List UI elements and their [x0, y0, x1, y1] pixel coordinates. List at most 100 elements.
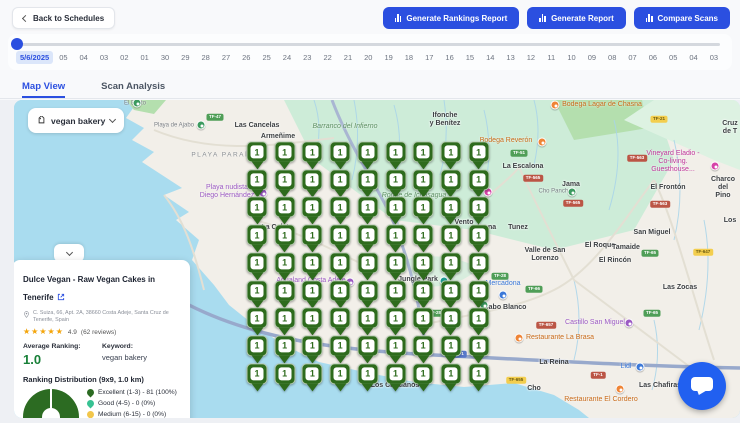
shopping-icon[interactable]: [635, 362, 645, 372]
rank-pin[interactable]: 1: [246, 141, 268, 163]
rank-pin[interactable]: 1: [246, 362, 268, 384]
rank-pin[interactable]: 1: [329, 169, 351, 191]
tab-map-view[interactable]: Map View: [22, 74, 66, 98]
restaurant-icon[interactable]: [514, 333, 524, 343]
rank-pin[interactable]: 1: [274, 224, 296, 246]
rank-pin[interactable]: 1: [412, 335, 434, 357]
rank-pin[interactable]: 1: [329, 141, 351, 163]
rank-pin[interactable]: 1: [301, 307, 323, 329]
rank-pin[interactable]: 1: [412, 307, 434, 329]
timeline-date[interactable]: 01: [135, 53, 155, 62]
rank-pin[interactable]: 1: [385, 169, 406, 191]
timeline-date[interactable]: 02: [114, 53, 134, 62]
rank-pin[interactable]: 1: [246, 307, 268, 329]
rank-pin[interactable]: 1: [412, 279, 434, 301]
keyword-selector[interactable]: vegan bakery: [28, 108, 125, 133]
rank-pin[interactable]: 1: [385, 279, 406, 301]
rank-pin[interactable]: 1: [468, 224, 490, 246]
timeline-date[interactable]: 16: [439, 53, 459, 62]
rank-pin[interactable]: 1: [357, 169, 379, 191]
lodging-icon[interactable]: [710, 161, 720, 171]
timeline-date[interactable]: 12: [521, 53, 541, 62]
rank-pin[interactable]: 1: [468, 307, 490, 329]
rank-pin[interactable]: 1: [357, 307, 379, 329]
rank-pin[interactable]: 1: [274, 169, 296, 191]
timeline-date[interactable]: 25: [256, 53, 276, 62]
rank-pin[interactable]: 1: [468, 169, 490, 191]
timeline-date[interactable]: 27: [216, 53, 236, 62]
attraction-icon[interactable]: [624, 318, 634, 328]
rank-pin[interactable]: 1: [329, 335, 351, 357]
rank-pin[interactable]: 1: [301, 169, 323, 191]
rank-pin[interactable]: 1: [301, 224, 323, 246]
rank-pin[interactable]: 1: [301, 362, 323, 384]
park-icon[interactable]: [196, 120, 206, 130]
rank-pin[interactable]: 1: [468, 335, 490, 357]
rank-pin[interactable]: 1: [301, 252, 323, 274]
rank-pin[interactable]: 1: [440, 335, 462, 357]
timeline-date[interactable]: 11: [541, 53, 561, 62]
restaurant-icon[interactable]: [537, 137, 547, 147]
external-link-icon[interactable]: [57, 288, 65, 306]
rank-pin[interactable]: 1: [412, 169, 434, 191]
rank-pin[interactable]: 1: [440, 196, 462, 218]
rank-pin[interactable]: 1: [468, 252, 490, 274]
rank-pin[interactable]: 1: [440, 279, 462, 301]
rank-pin[interactable]: 1: [412, 196, 434, 218]
rank-pin[interactable]: 1: [468, 141, 490, 163]
rank-pin[interactable]: 1: [412, 141, 434, 163]
timeline-date[interactable]: 04: [74, 53, 94, 62]
rank-pin[interactable]: 1: [246, 279, 268, 301]
rank-pin[interactable]: 1: [301, 141, 323, 163]
rank-pin[interactable]: 1: [274, 335, 296, 357]
rank-pin[interactable]: 1: [274, 252, 296, 274]
rank-pin[interactable]: 1: [357, 252, 379, 274]
rank-pin[interactable]: 1: [385, 335, 406, 357]
timeline-date[interactable]: 03: [704, 53, 724, 62]
rank-pin[interactable]: 1: [246, 252, 268, 274]
back-to-schedules-button[interactable]: Back to Schedules: [12, 7, 116, 29]
restaurant-icon[interactable]: [550, 100, 560, 110]
rank-pin[interactable]: 1: [440, 141, 462, 163]
rank-pin[interactable]: 1: [246, 196, 268, 218]
timeline-date[interactable]: 18: [399, 53, 419, 62]
generate-report-button[interactable]: Generate Report: [527, 7, 626, 29]
timeline-date[interactable]: 10: [561, 53, 581, 62]
timeline-date[interactable]: 05: [53, 53, 73, 62]
rank-pin[interactable]: 1: [440, 169, 462, 191]
rank-pin[interactable]: 1: [301, 279, 323, 301]
timeline-date[interactable]: 15: [460, 53, 480, 62]
rank-pin[interactable]: 1: [440, 224, 462, 246]
rank-pin[interactable]: 1: [246, 224, 268, 246]
rank-pin[interactable]: 1: [329, 196, 351, 218]
rank-pin[interactable]: 1: [385, 141, 406, 163]
rank-pin[interactable]: 1: [468, 196, 490, 218]
rank-pin[interactable]: 1: [357, 141, 379, 163]
timeline-date[interactable]: 28: [196, 53, 216, 62]
timeline-selected-date[interactable]: 5/6/2025: [16, 51, 54, 64]
timeline-track[interactable]: [16, 43, 720, 46]
rank-pin[interactable]: 1: [301, 335, 323, 357]
timeline-date[interactable]: 20: [358, 53, 378, 62]
timeline-date[interactable]: 23: [297, 53, 317, 62]
rank-pin[interactable]: 1: [329, 279, 351, 301]
timeline-date[interactable]: 08: [602, 53, 622, 62]
timeline-date[interactable]: 21: [338, 53, 358, 62]
rank-pin[interactable]: 1: [357, 279, 379, 301]
rank-pin[interactable]: 1: [412, 362, 434, 384]
rank-pin[interactable]: 1: [440, 307, 462, 329]
rank-pin[interactable]: 1: [274, 279, 296, 301]
timeline-date[interactable]: 24: [277, 53, 297, 62]
timeline-date[interactable]: 05: [663, 53, 683, 62]
map-view[interactable]: El BalitoPlaya de AjaboPLAYA PARAÍSOLas …: [14, 100, 740, 418]
rank-pin[interactable]: 1: [329, 252, 351, 274]
rank-pin[interactable]: 1: [468, 279, 490, 301]
rank-pin[interactable]: 1: [385, 307, 406, 329]
timeline-date[interactable]: 07: [622, 53, 642, 62]
timeline-date[interactable]: 19: [378, 53, 398, 62]
rank-pin[interactable]: 1: [385, 196, 406, 218]
rank-pin[interactable]: 1: [274, 362, 296, 384]
chat-widget-button[interactable]: [678, 362, 726, 410]
rank-pin[interactable]: 1: [274, 307, 296, 329]
timeline-date[interactable]: 22: [317, 53, 337, 62]
